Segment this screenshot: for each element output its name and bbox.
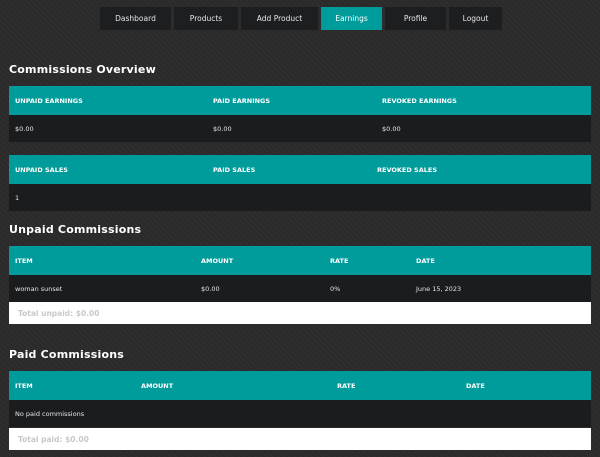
revoked-sales-value [371, 184, 591, 211]
col-paid-sales: PAID SALES [207, 155, 371, 184]
item-cell: woman sunset [9, 275, 195, 302]
table-header-row: ITEM AMOUNT RATE DATE [9, 246, 591, 275]
commissions-overview-title: Commissions Overview [9, 63, 156, 76]
table-header-row: UNPAID EARNINGS PAID EARNINGS REVOKED EA… [9, 86, 591, 115]
total-unpaid: Total unpaid: $0.00 [9, 302, 591, 324]
table-row: woman sunset $0.00 0% June 15, 2023 [9, 275, 591, 302]
paid-earnings-value: $0.00 [207, 115, 376, 142]
unpaid-sales-value: 1 [9, 184, 207, 211]
nav-earnings[interactable]: Earnings [321, 7, 382, 30]
unpaid-commissions-title: Unpaid Commissions [9, 223, 142, 236]
col-revoked-earnings: REVOKED EARNINGS [376, 86, 591, 115]
nav-logout[interactable]: Logout [449, 7, 502, 30]
earnings-summary-table: UNPAID EARNINGS PAID EARNINGS REVOKED EA… [9, 86, 591, 142]
col-amount: AMOUNT [135, 371, 331, 400]
sales-summary-table: UNPAID SALES PAID SALES REVOKED SALES 1 [9, 155, 591, 211]
table-row: 1 [9, 184, 591, 211]
date-cell: June 15, 2023 [410, 275, 591, 302]
amount-cell: $0.00 [195, 275, 324, 302]
revoked-earnings-value: $0.00 [376, 115, 591, 142]
col-rate: RATE [331, 371, 460, 400]
col-rate: RATE [324, 246, 410, 275]
table-header-row: UNPAID SALES PAID SALES REVOKED SALES [9, 155, 591, 184]
table-row: No paid commissions [9, 400, 591, 427]
nav-add-product[interactable]: Add Product [241, 7, 318, 30]
table-header-row: ITEM AMOUNT RATE DATE [9, 371, 591, 400]
unpaid-earnings-value: $0.00 [9, 115, 207, 142]
table-row: $0.00 $0.00 $0.00 [9, 115, 591, 142]
unpaid-commissions-table: ITEM AMOUNT RATE DATE woman sunset $0.00… [9, 246, 591, 302]
paid-sales-value [207, 184, 371, 211]
col-amount: AMOUNT [195, 246, 324, 275]
col-revoked-sales: REVOKED SALES [371, 155, 591, 184]
top-nav: Dashboard Products Add Product Earnings … [100, 7, 502, 30]
col-unpaid-sales: UNPAID SALES [9, 155, 207, 184]
col-paid-earnings: PAID EARNINGS [207, 86, 376, 115]
col-unpaid-earnings: UNPAID EARNINGS [9, 86, 207, 115]
empty-state-text: No paid commissions [9, 400, 591, 427]
nav-products[interactable]: Products [174, 7, 238, 30]
paid-commissions-title: Paid Commissions [9, 348, 124, 361]
total-paid: Total paid: $0.00 [9, 428, 591, 450]
paid-commissions-table: ITEM AMOUNT RATE DATE No paid commission… [9, 371, 591, 427]
nav-profile[interactable]: Profile [385, 7, 446, 30]
col-item: ITEM [9, 371, 135, 400]
col-date: DATE [460, 371, 591, 400]
nav-dashboard[interactable]: Dashboard [100, 7, 171, 30]
col-item: ITEM [9, 246, 195, 275]
rate-cell: 0% [324, 275, 410, 302]
col-date: DATE [410, 246, 591, 275]
